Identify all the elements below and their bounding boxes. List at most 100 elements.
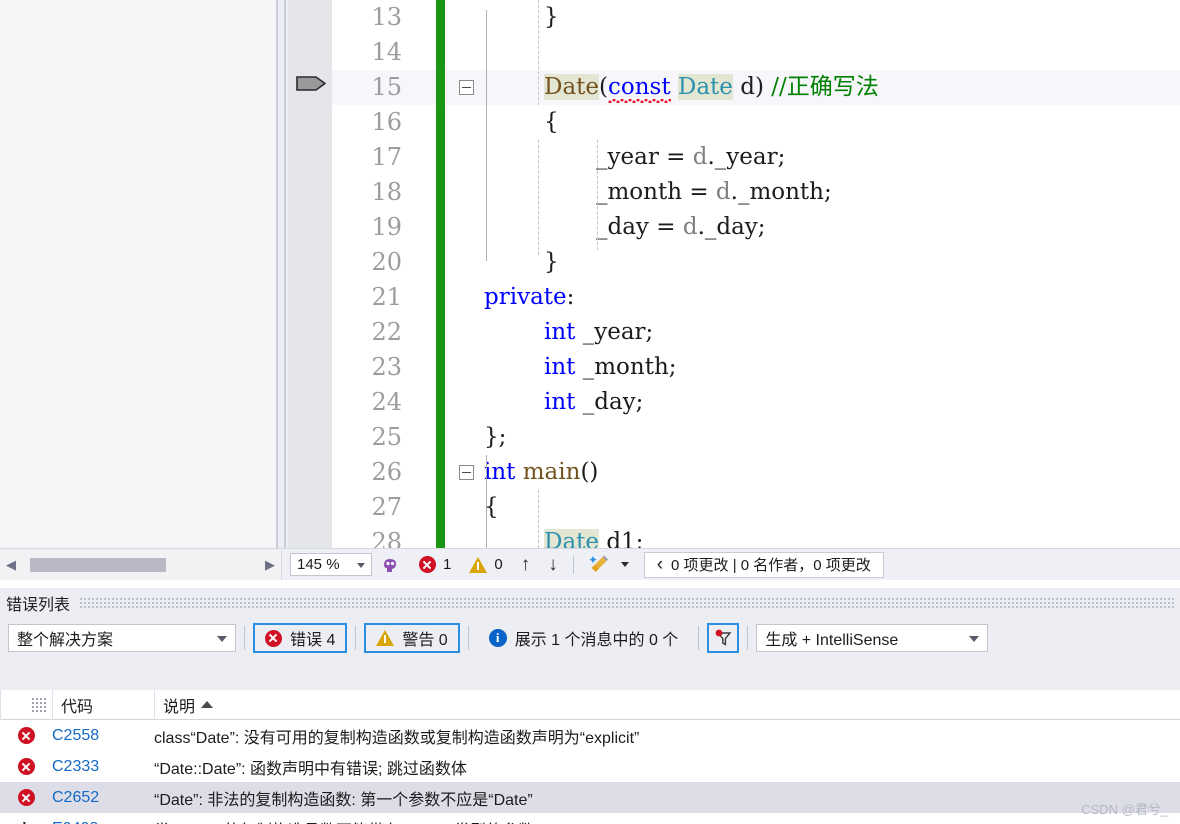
row-code-cell[interactable]: C2333 xyxy=(52,758,154,776)
visual-studio-window: 13} 14 15 Date(const Date d) //正确写法 16{17 _ye… xyxy=(0,0,1180,824)
code-token: d xyxy=(692,144,708,170)
saved-change-indicator xyxy=(436,35,445,70)
info-icon: i xyxy=(488,629,507,647)
error-list-grid: 代码 说明 C2558 class“Date”: 没有可用的复制构造函数或复制构造… xyxy=(0,689,1180,824)
saved-change-indicator xyxy=(436,245,445,280)
table-row[interactable]: C2333 “Date::Date”: 函数声明中有错误; 跳过函数体 xyxy=(0,751,1180,782)
chevron-down-icon[interactable] xyxy=(217,636,227,642)
code-line[interactable]: 19 _day = d._day; xyxy=(332,210,1180,245)
chevron-down-icon[interactable] xyxy=(969,636,980,642)
previous-issue-button[interactable]: ↑ xyxy=(512,550,540,580)
code-text: int _month; xyxy=(544,350,677,385)
warnings-filter-toggle[interactable]: 警告 0 xyxy=(364,623,460,653)
chevron-down-icon[interactable] xyxy=(357,563,365,568)
panel-title: 错误列表 xyxy=(6,597,71,614)
code-line[interactable]: 14 xyxy=(332,35,1180,70)
row-code-cell[interactable]: C2652 xyxy=(52,789,154,807)
line-number: 23 xyxy=(371,353,402,381)
code-line[interactable]: 15 Date(const Date d) //正确写法 xyxy=(332,70,1180,105)
intellisense-icon: abc xyxy=(13,820,39,824)
error-count-status[interactable]: 1 xyxy=(410,550,460,580)
editor-status-bar: ◀ ▶ 145 % 1 0 ↑ ↓ ‹ 0 项更改 | 0 名作者，0 项更改 xyxy=(0,548,1180,580)
scrollbar-track[interactable] xyxy=(22,550,259,580)
code-line[interactable]: 18 _month = d._month; xyxy=(332,175,1180,210)
intellicode-icon xyxy=(384,558,396,572)
header-code-column[interactable]: 代码 xyxy=(52,689,154,720)
chevron-down-icon[interactable] xyxy=(620,562,629,567)
code-line[interactable]: 25}; xyxy=(332,420,1180,455)
saved-change-indicator xyxy=(436,70,445,105)
table-row[interactable]: C2558 class“Date”: 没有可用的复制构造函数或复制构造函数声明为“… xyxy=(0,720,1180,751)
line-number: 28 xyxy=(371,528,402,548)
code-token: Date xyxy=(677,74,733,100)
code-token: Date xyxy=(544,529,600,548)
code-line[interactable]: 13} xyxy=(332,0,1180,35)
row-code-cell[interactable]: E0408 xyxy=(52,820,154,824)
header-description-column[interactable]: 说明 xyxy=(154,689,1180,720)
code-token: d xyxy=(682,214,698,240)
code-line[interactable]: 28 Date d1; xyxy=(332,525,1180,548)
code-editor-region: 13} 14 15 Date(const Date d) //正确写法 16{17 _ye… xyxy=(0,0,1180,548)
row-code-cell[interactable]: C2558 xyxy=(52,727,154,745)
code-cleanup-button[interactable] xyxy=(580,550,638,580)
toolbar-separator xyxy=(747,626,749,650)
warning-icon xyxy=(376,630,395,646)
code-token: ._month; xyxy=(730,179,832,205)
code-token: //正确写法 xyxy=(771,74,879,100)
code-text-surface[interactable]: 13} 14 15 Date(const Date d) //正确写法 16{17 _ye… xyxy=(332,0,1180,548)
error-icon xyxy=(419,556,436,573)
scope-filter-combobox[interactable]: 整个解决方案 xyxy=(8,624,236,652)
watermark-text: CSDN @君兮_ xyxy=(1081,802,1168,817)
header-description-label: 说明 xyxy=(163,698,196,716)
table-row[interactable]: abc E0408类 "Date" 的复制构造函数不能带有 "Date" 类型的参… xyxy=(0,813,1180,824)
bookmark-icon[interactable] xyxy=(296,75,327,92)
scroll-left-arrow-icon[interactable]: ◀ xyxy=(0,557,22,573)
code-line[interactable]: 17 _year = d._year; xyxy=(332,140,1180,175)
next-issue-button[interactable]: ↓ xyxy=(539,550,567,580)
build-source-combobox[interactable]: 生成 + IntelliSense xyxy=(756,624,989,652)
funnel-filter-icon xyxy=(715,629,732,646)
code-text: _day = d._day; xyxy=(596,210,766,245)
error-icon xyxy=(265,629,282,647)
saved-change-indicator xyxy=(436,490,445,525)
scrollbar-thumb[interactable] xyxy=(30,557,166,572)
code-text: _year = d._year; xyxy=(596,140,785,175)
code-line[interactable]: 26 int main() xyxy=(332,455,1180,490)
horizontal-scrollbar[interactable]: ◀ ▶ xyxy=(0,549,282,580)
code-line[interactable]: 20} xyxy=(332,245,1180,280)
warning-count-status[interactable]: 0 xyxy=(460,550,511,580)
scroll-right-arrow-icon[interactable]: ▶ xyxy=(259,557,281,573)
code-text: Date d1; xyxy=(544,525,643,548)
code-line[interactable]: 21 private: xyxy=(332,280,1180,315)
code-text: int main() xyxy=(484,455,598,490)
row-description-cell: class“Date”: 没有可用的复制构造函数或复制构造函数声明为“expli… xyxy=(154,729,640,747)
code-line[interactable]: 16 { xyxy=(332,105,1180,140)
collapse-toggle-icon[interactable] xyxy=(459,465,474,480)
code-token: private xyxy=(484,284,567,310)
messages-filter-toggle[interactable]: i 展示 1 个消息中的 0 个 xyxy=(477,623,691,653)
intellicode-status[interactable] xyxy=(372,550,410,580)
code-token: { xyxy=(544,109,559,135)
code-token: _year = xyxy=(596,144,693,170)
header-icon-column[interactable] xyxy=(0,689,52,720)
scope-filter-value: 整个解决方案 xyxy=(17,632,114,649)
line-number: 26 xyxy=(371,458,402,486)
code-token: d) xyxy=(732,74,772,100)
table-row[interactable]: C2652 “Date”: 非法的复制构造函数: 第一个参数不应是“Date” xyxy=(0,782,1180,813)
row-description-cell: 类 "Date" 的复制构造函数不能带有 "Date" 类型的参数 xyxy=(154,817,1180,824)
saved-change-indicator xyxy=(436,385,445,420)
code-line[interactable]: 27{ xyxy=(332,490,1180,525)
code-line[interactable]: 23 int _month; xyxy=(332,350,1180,385)
code-line[interactable]: 22 int _year; xyxy=(332,315,1180,350)
zoom-level-combobox[interactable]: 145 % xyxy=(290,553,372,576)
filter-button[interactable] xyxy=(707,623,740,653)
line-number: 24 xyxy=(371,388,402,416)
errors-filter-toggle[interactable]: 错误 4 xyxy=(253,623,348,653)
code-line[interactable]: 24 int _day; xyxy=(332,385,1180,420)
chevron-left-icon[interactable]: ‹ xyxy=(657,554,663,576)
line-number: 19 xyxy=(371,213,402,241)
warnings-filter-label: 警告 0 xyxy=(402,632,448,649)
source-control-status[interactable]: ‹ 0 项更改 | 0 名作者，0 项更改 xyxy=(643,551,884,578)
collapse-toggle-icon[interactable] xyxy=(459,80,474,95)
